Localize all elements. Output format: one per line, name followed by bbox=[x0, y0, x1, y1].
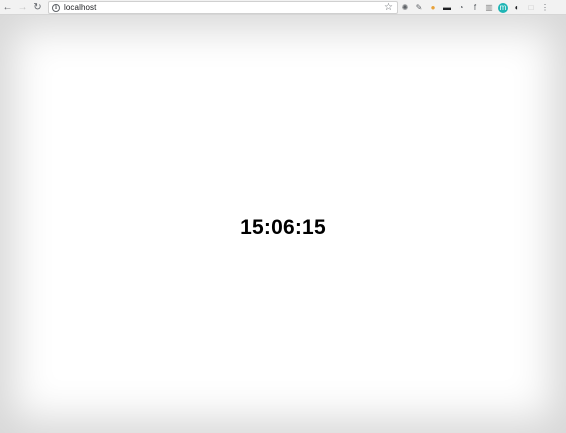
address-bar[interactable]: i localhost ☆ bbox=[48, 1, 398, 14]
gear-extension-icon[interactable]: ✺ bbox=[400, 3, 410, 13]
browser-toolbar: ← → ↻ i localhost ☆ ✺ ✎ ● ▬ ◔ f ▥ m ◐ □ ⋮ bbox=[0, 0, 566, 15]
clock-extension-icon[interactable]: ◔ bbox=[456, 3, 466, 13]
dark-circle-extension-icon[interactable]: ◐ bbox=[512, 3, 522, 13]
eyedropper-extension-icon[interactable]: ✎ bbox=[414, 3, 424, 13]
info-icon[interactable]: i bbox=[52, 3, 60, 12]
url-text[interactable]: localhost bbox=[64, 3, 96, 12]
bookmark-star-icon[interactable]: ☆ bbox=[384, 2, 393, 13]
back-arrow-icon[interactable]: ← bbox=[0, 0, 15, 15]
f-extension-icon[interactable]: f bbox=[470, 3, 480, 13]
card-extension-icon[interactable]: ▬ bbox=[442, 3, 452, 13]
square-extension-icon[interactable]: □ bbox=[526, 3, 536, 13]
reload-icon[interactable]: ↻ bbox=[30, 0, 45, 15]
clock-time: 15:06:15 bbox=[240, 216, 326, 239]
bar-extension-icon[interactable]: ▥ bbox=[484, 3, 494, 13]
colorful-circle-extension-icon[interactable]: ● bbox=[428, 3, 438, 13]
forward-arrow-icon[interactable]: → bbox=[15, 0, 30, 15]
m-extension-icon[interactable]: m bbox=[498, 2, 508, 13]
menu-icon[interactable]: ⋮ bbox=[540, 3, 550, 13]
extensions-area: ✺ ✎ ● ▬ ◔ f ▥ m ◐ □ ⋮ bbox=[400, 1, 550, 14]
page-content: 15:06:15 bbox=[0, 15, 566, 433]
